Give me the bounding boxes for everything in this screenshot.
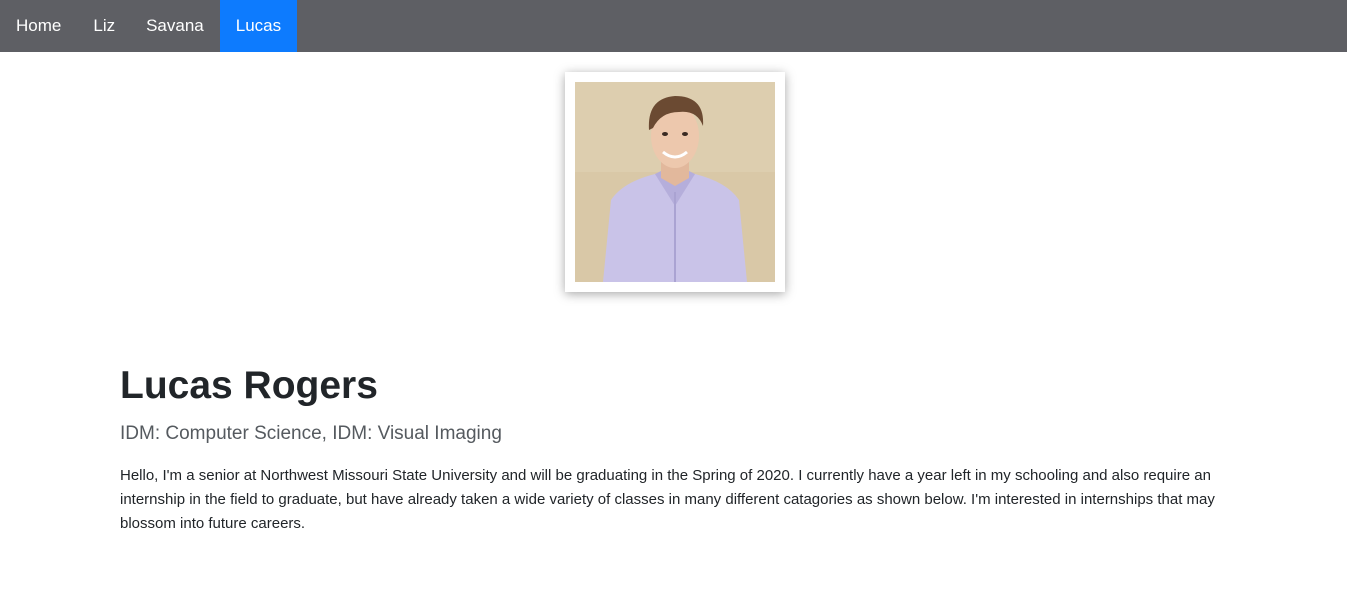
profile-photo: [575, 82, 775, 282]
profile-content: Lucas Rogers IDM: Computer Science, IDM:…: [120, 360, 1230, 536]
nav-lucas-link[interactable]: Lucas: [219, 0, 298, 52]
nav-savana-link[interactable]: Savana: [130, 0, 220, 52]
nav-liz-link[interactable]: Liz: [77, 0, 130, 52]
nav-home-link[interactable]: Home: [0, 0, 77, 52]
profile-name: Lucas Rogers: [120, 364, 378, 407]
portrait-photo-icon: [575, 82, 775, 282]
profile-bio: Hello, I'm a senior at Northwest Missour…: [120, 467, 1215, 532]
top-navbar: Home Liz Savana Lucas: [0, 0, 1347, 52]
profile-photo-frame: [565, 72, 785, 292]
profile-subtitle: IDM: Computer Science, IDM: Visual Imagi…: [120, 423, 502, 444]
